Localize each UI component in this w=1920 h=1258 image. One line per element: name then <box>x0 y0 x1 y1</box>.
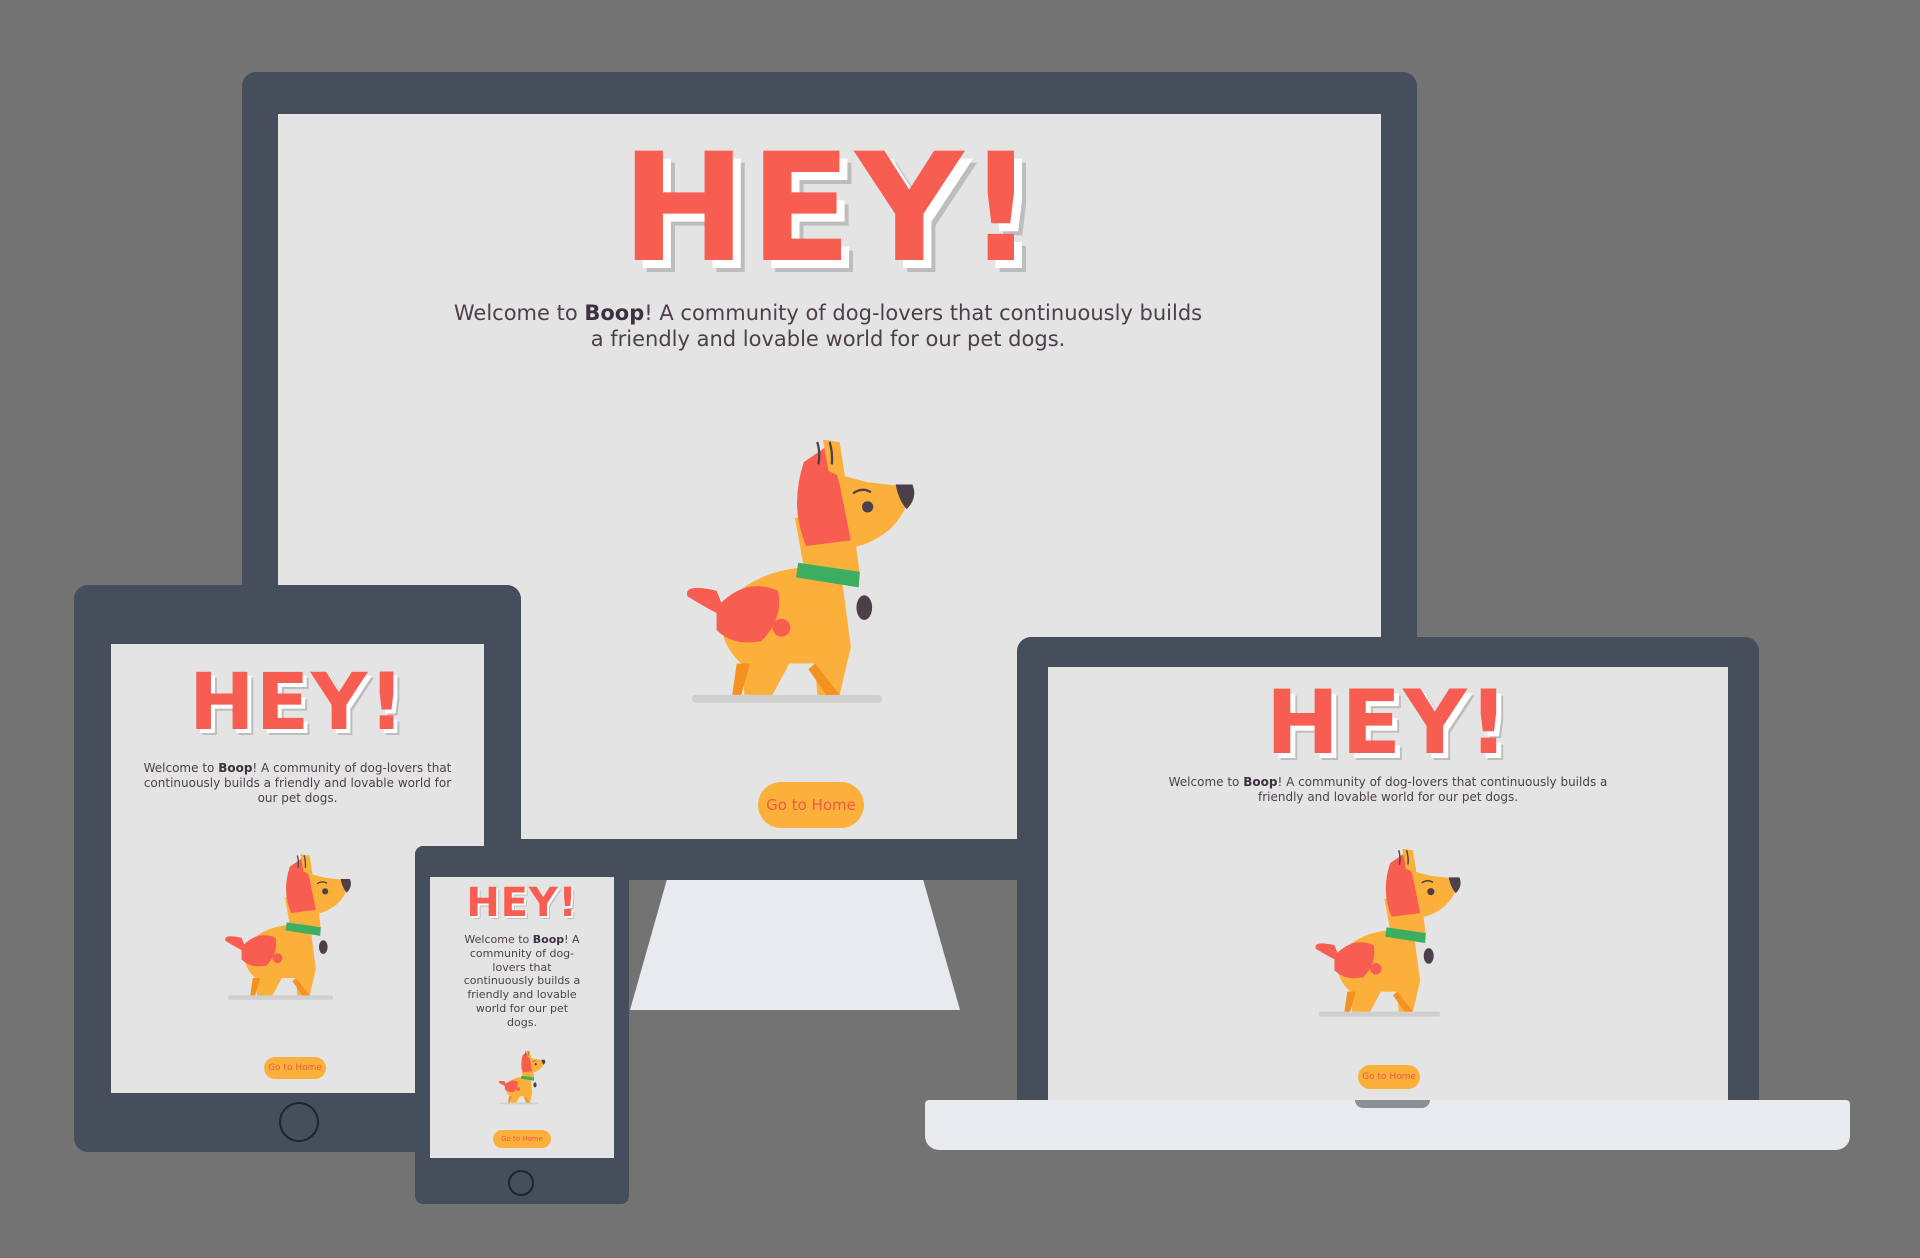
dog-illustration <box>685 438 916 704</box>
welcome-prefix: Welcome to <box>1168 775 1244 789</box>
laptop-screen: HEY! Welcome to Boop! A community of dog… <box>1048 667 1728 1101</box>
welcome-text: Welcome to Boop! A community of dog-love… <box>448 300 1208 353</box>
brand-name: Boop <box>584 301 645 325</box>
brand-name: Boop <box>218 761 253 775</box>
laptop-notch <box>1355 1100 1430 1108</box>
dog-illustration <box>224 853 352 1001</box>
welcome-text: Welcome to Boop! A community of dog-love… <box>1163 775 1613 805</box>
go-to-home-button[interactable]: Go to Home <box>758 782 864 828</box>
brand-name: Boop <box>532 933 565 946</box>
headline: HEY! <box>1265 671 1511 774</box>
headline: HEY! <box>620 122 1039 296</box>
welcome-suffix: ! A community of dog-lovers that continu… <box>1257 775 1608 804</box>
brand-name: Boop <box>1243 775 1278 789</box>
headline: HEY! <box>466 880 578 926</box>
go-to-home-button[interactable]: Go to Home <box>493 1130 551 1148</box>
phone-screen: HEY! Welcome to Boop! A community of dog… <box>430 877 614 1158</box>
welcome-prefix: Welcome to <box>453 301 585 325</box>
welcome-prefix: Welcome to <box>143 761 219 775</box>
welcome-text: Welcome to Boop! A community of dog-love… <box>139 761 456 806</box>
home-button-icon[interactable] <box>279 1102 319 1142</box>
monitor-stand <box>630 870 960 1010</box>
go-to-home-button[interactable]: Go to Home <box>264 1057 326 1079</box>
headline: HEY! <box>189 658 406 748</box>
dog-illustration <box>498 1050 546 1105</box>
welcome-suffix: ! A community of dog-lovers that continu… <box>590 301 1203 352</box>
dog-illustration <box>1314 848 1462 1018</box>
welcome-prefix: Welcome to <box>464 933 533 946</box>
home-button-icon[interactable] <box>508 1170 534 1196</box>
welcome-suffix: ! A community of dog-lovers that continu… <box>463 933 581 1029</box>
welcome-text: Welcome to Boop! A community of dog-love… <box>462 933 582 1029</box>
go-to-home-button[interactable]: Go to Home <box>1358 1065 1420 1089</box>
